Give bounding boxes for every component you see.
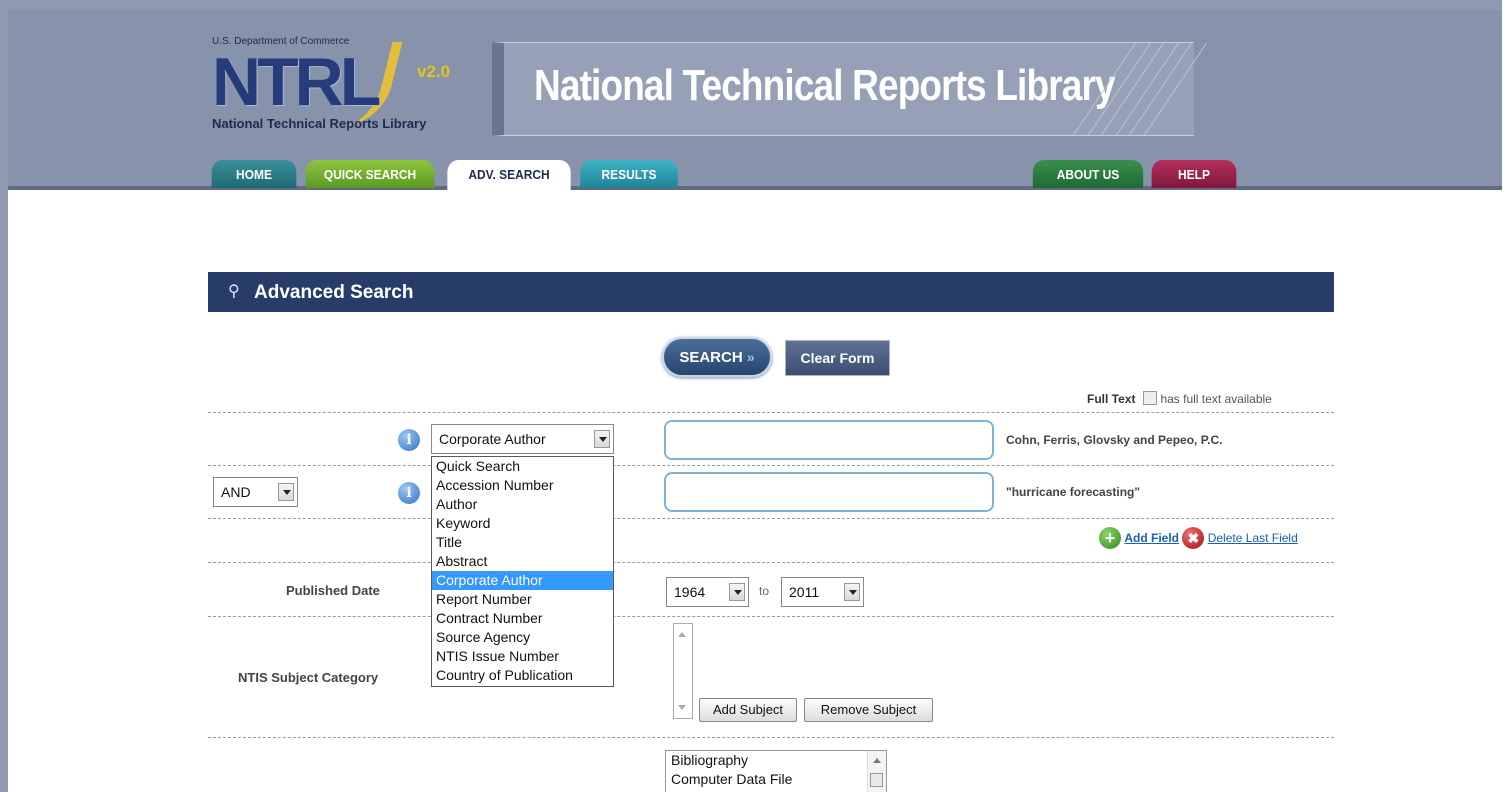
tab-about-us[interactable]: ABOUT US [1032,160,1144,188]
scrollbar[interactable] [867,751,886,792]
page: U.S. Department of Commerce NTRL v2.0 Na… [0,0,1502,792]
scroll-up-icon[interactable] [678,632,686,637]
subject-category-label: NTIS Subject Category [238,670,379,685]
dropdown-option[interactable]: Contract Number [432,609,613,628]
add-field-link[interactable]: Add Field [1124,531,1179,545]
dropdown-option[interactable]: Title [432,533,613,552]
x-circle-icon[interactable]: ✖ [1182,527,1205,549]
dropdown-option[interactable]: Abstract [432,552,613,571]
section-header: ⚲ Advanced Search [208,272,1334,312]
chevron-down-icon [844,583,860,601]
search-button[interactable]: SEARCH » [662,337,772,377]
chevron-down-icon [278,483,294,501]
dropdown-option[interactable]: Keyword [432,514,613,533]
subject-listbox[interactable] [673,623,693,719]
published-date-label: Published Date [286,583,380,598]
ntrl-logo[interactable]: U.S. Department of Commerce NTRL v2.0 Na… [212,36,452,132]
info-icon[interactable]: i [398,429,420,451]
banner-title: National Technical Reports Library [534,61,1116,110]
divider [208,465,1334,466]
dropdown-option[interactable]: Author [432,495,613,514]
date-from-value: 1964 [674,584,706,600]
date-to-value: 2011 [789,584,820,600]
clear-form-button[interactable]: Clear Form [785,340,890,376]
dropdown-option-selected[interactable]: Corporate Author [432,571,613,590]
field-actions: + Add Field ✖ Delete Last Field [1099,527,1298,549]
field-select-1[interactable]: Corporate Author [431,424,614,454]
document-type-listbox[interactable]: Bibliography Computer Data File [665,750,887,792]
title-banner: National Technical Reports Library [492,42,1208,136]
chevron-right-icon: » [746,349,755,365]
scroll-up-icon[interactable] [873,758,881,763]
operator-select-value: AND [221,484,251,500]
divider [208,562,1334,563]
chevron-down-icon [729,583,745,601]
date-from-select[interactable]: 1964 [666,577,749,607]
add-subject-button[interactable]: Add Subject [699,698,797,722]
tab-adv-search[interactable]: ADV. SEARCH [447,160,571,192]
divider [208,412,1334,413]
dropdown-option[interactable]: NTIS Issue Number [432,647,613,666]
search-term-input-1[interactable] [664,420,994,460]
divider [208,518,1334,519]
example-text-1: Cohn, Ferris, Glovsky and Pepeo, P.C. [1006,433,1223,447]
full-text-label: Full Text [1087,392,1136,406]
search-icon: ⚲ [228,283,240,300]
search-button-label: SEARCH [679,349,743,366]
divider [208,737,1334,738]
list-item[interactable]: Bibliography [666,751,886,770]
remove-subject-button[interactable]: Remove Subject [804,698,933,722]
full-text-filter: Full Text has full text available [1087,391,1272,406]
date-to-label: to [759,584,770,598]
logo-subtitle: National Technical Reports Library [212,116,427,131]
info-icon[interactable]: i [398,482,420,504]
logo-version: v2.0 [417,62,451,81]
dropdown-option[interactable]: Report Number [432,590,613,609]
delete-last-field-link[interactable]: Delete Last Field [1208,531,1298,545]
scroll-down-icon[interactable] [678,705,686,710]
date-to-select[interactable]: 2011 [781,577,864,607]
plus-circle-icon[interactable]: + [1099,527,1121,549]
tab-help[interactable]: HELP [1151,160,1237,188]
dropdown-option[interactable]: Source Agency [432,628,613,647]
dropdown-option[interactable]: Accession Number [432,476,613,495]
tab-quick-search[interactable]: QUICK SEARCH [305,160,435,188]
window-edge [1502,0,1508,792]
full-text-checkbox[interactable] [1143,391,1158,405]
tab-results[interactable]: RESULTS [580,160,678,188]
dropdown-option[interactable]: Quick Search [432,457,613,476]
field-select-1-value: Corporate Author [439,431,546,447]
example-text-2: "hurricane forecasting" [1006,485,1141,499]
tab-home[interactable]: HOME [211,160,297,188]
scroll-thumb[interactable] [870,773,883,787]
divider [208,616,1334,617]
dropdown-option[interactable]: Country of Publication [432,666,613,685]
full-text-hint: has full text available [1160,392,1272,406]
field-dropdown-list[interactable]: Quick Search Accession Number Author Key… [431,456,614,687]
search-term-input-2[interactable] [664,472,994,512]
operator-select[interactable]: AND [213,477,298,507]
chevron-down-icon [594,430,610,448]
list-item[interactable]: Computer Data File [666,770,886,789]
logo-letters: NTRL [212,44,381,120]
section-title: Advanced Search [254,282,414,303]
